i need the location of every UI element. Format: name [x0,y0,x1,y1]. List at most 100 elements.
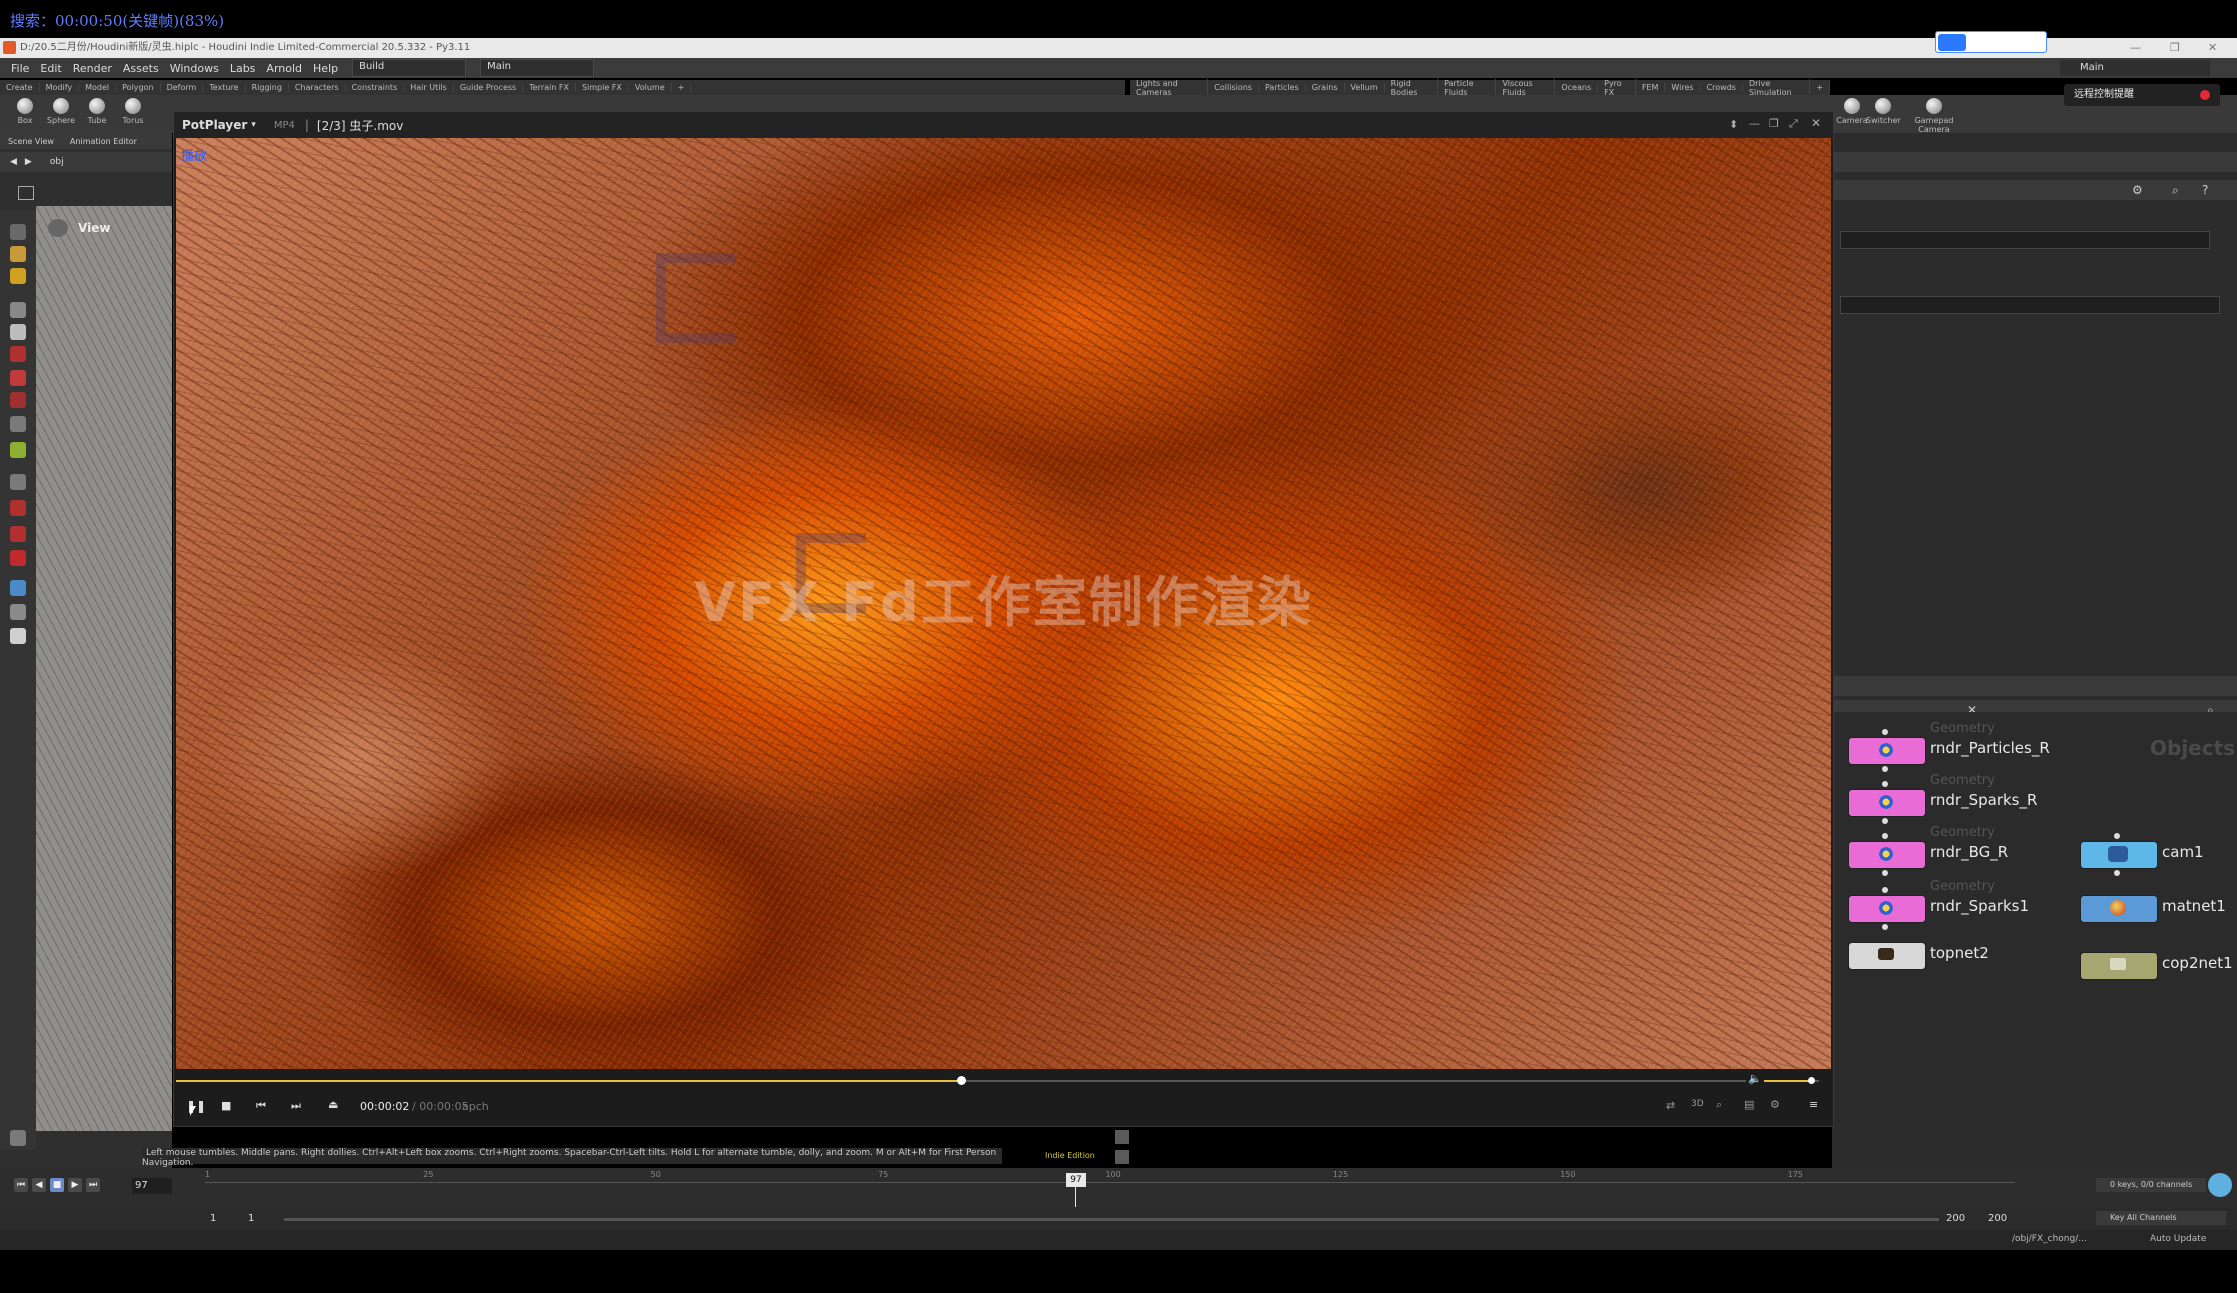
menu-help[interactable]: Help [313,62,338,75]
node-output-port[interactable] [1882,818,1888,824]
magnet-snap-icon[interactable] [10,550,26,566]
shelf-tab[interactable]: Grains [1306,83,1345,92]
shelf-tab[interactable]: Oceans [1555,83,1599,92]
volume-handle[interactable] [1807,1077,1815,1084]
play-reverse-icon[interactable]: ◀ [32,1178,46,1192]
shelf-tab[interactable]: Lights and Cameras [1130,78,1209,97]
tube-tool[interactable]: Tube [80,98,114,125]
forward-arrow-icon[interactable]: ▶ [25,157,32,167]
timeline-track[interactable] [205,1182,2015,1183]
grid-icon[interactable] [10,474,26,490]
add-shelf-icon[interactable]: + [672,83,692,92]
pin-icon[interactable]: ⬍ [1729,118,1738,131]
node-input-port[interactable] [1882,729,1888,735]
current-frame-marker[interactable]: 97 [1066,1173,1086,1187]
node-output-port[interactable] [1882,766,1888,772]
shelf-tab[interactable]: Rigging [246,83,289,92]
node-name[interactable]: rndr_Sparks_R [1930,791,2037,809]
fullscreen-icon[interactable]: ⤢ [1789,117,1798,131]
param-field[interactable] [1840,296,2220,314]
switcher-tool[interactable]: Switcher [1866,98,1901,125]
lock-icon[interactable] [10,324,26,340]
assist-float-icon[interactable] [2208,1173,2232,1197]
range-end-2[interactable]: 200 [1988,1213,2007,1224]
restore-icon[interactable]: ❐ [2170,38,2180,58]
gear-icon[interactable]: ⚙ [1770,1098,1780,1111]
tab-scene-view[interactable]: Scene View [0,137,62,146]
stop-icon[interactable]: ■ [50,1178,64,1192]
camera-view-icon[interactable] [48,219,68,237]
range-start-2[interactable]: 1 [248,1213,254,1224]
shelf-tab[interactable]: Simple FX [576,83,629,92]
skeleton-icon[interactable] [10,416,26,432]
shelf-tab[interactable]: Crowds [1701,83,1743,92]
handle-tool-icon[interactable] [10,268,26,284]
restore-icon[interactable]: ❐ [1769,117,1779,130]
shelf-tab[interactable]: Create [0,83,40,92]
node-name[interactable]: rndr_BG_R [1930,843,2008,861]
minimize-icon[interactable]: — [2130,38,2141,58]
menu-arnold[interactable]: Arnold [266,62,302,75]
param-field[interactable] [1840,231,2210,249]
sphere-tool[interactable]: Sphere [44,98,78,125]
paint-icon[interactable] [10,500,26,516]
display-grid-icon[interactable] [1115,1130,1129,1144]
playlist-icon[interactable]: ▤ [1744,1098,1754,1111]
shelf-tab[interactable]: Texture [203,83,246,92]
shelf-tab[interactable]: Wires [1665,83,1701,92]
shelf-tab[interactable]: Particles [1259,83,1306,92]
minimize-icon[interactable]: — [1749,117,1760,130]
shelf-tab[interactable]: Particle Fluids [1438,78,1497,97]
node-input-port[interactable] [1882,887,1888,893]
pose-tool-icon[interactable] [10,302,26,318]
status-path[interactable]: /obj/FX_chong/... [2012,1234,2087,1244]
jump-end-icon[interactable]: ⏭ [86,1178,100,1192]
select-tool-icon[interactable] [10,224,26,240]
shelf-tab[interactable]: Volume [629,83,672,92]
shelf-set-dropdown[interactable]: Main [480,59,595,77]
node-output-port[interactable] [2114,870,2120,876]
shelf-tab[interactable]: Model [79,83,117,92]
node-name[interactable]: rndr_Particles_R [1930,739,2050,757]
hand-icon[interactable] [10,628,26,644]
key-all-channels-button[interactable]: Key All Channels [2096,1211,2226,1225]
sync-icon[interactable]: ⇄ [1666,1099,1675,1112]
transform-tool-icon[interactable] [10,246,26,262]
node-name[interactable]: matnet1 [2162,897,2226,915]
shelf-tab[interactable]: Pyro FX [1598,78,1636,97]
eject-icon[interactable]: ⏏ [328,1098,338,1111]
zoom-icon[interactable]: ⌕ [2172,183,2179,198]
back-arrow-icon[interactable]: ◀ [10,157,17,167]
obj-path-label[interactable]: obj [50,157,64,167]
shelf-tab[interactable]: Constraints [346,83,405,92]
gear-icon[interactable]: ⚙ [2132,183,2143,197]
node-input-port[interactable] [2114,833,2120,839]
snap-icon[interactable] [10,346,26,362]
jump-start-icon[interactable]: ⏮ [14,1178,28,1192]
render-icon[interactable] [1115,1150,1129,1164]
shelf-tab[interactable]: Drive Simulation [1743,78,1811,97]
previous-icon[interactable]: ⏮ [256,1099,266,1113]
auto-update-dropdown[interactable]: Auto Update [2150,1234,2206,1244]
menu-file[interactable]: File [11,62,29,75]
shelf-tab[interactable]: Characters [289,83,346,92]
network-editor[interactable]: Objects Geometry rndr_Particles_R Geomet… [1832,712,2237,1168]
keys-status[interactable]: 0 keys, 0/0 channels [2096,1178,2206,1192]
node-input-port[interactable] [1882,833,1888,839]
video-frame[interactable]: 播放 VFX Fd工作室制作渲染 [176,138,1831,1069]
shelf-tab[interactable]: Viscous Fluids [1496,78,1556,97]
display-options-icon[interactable] [10,1130,26,1146]
speaker-icon[interactable]: 🔈 [1748,1072,1762,1085]
tab-animation-editor[interactable]: Animation Editor [62,137,145,146]
shelf-tab[interactable]: Vellum [1345,83,1385,92]
close-icon[interactable]: ✕ [1811,116,1821,130]
torus-tool[interactable]: Torus [116,98,150,125]
current-frame-field[interactable]: 97 [132,1178,172,1194]
assistant-badge[interactable] [1935,31,2047,53]
range-start[interactable]: 1 [210,1213,216,1224]
menu-windows[interactable]: Windows [170,62,219,75]
shelf-tab[interactable]: Guide Process [454,83,524,92]
box-tool[interactable]: Box [8,98,42,125]
record-icon[interactable] [10,392,26,408]
node-output-port[interactable] [1882,870,1888,876]
